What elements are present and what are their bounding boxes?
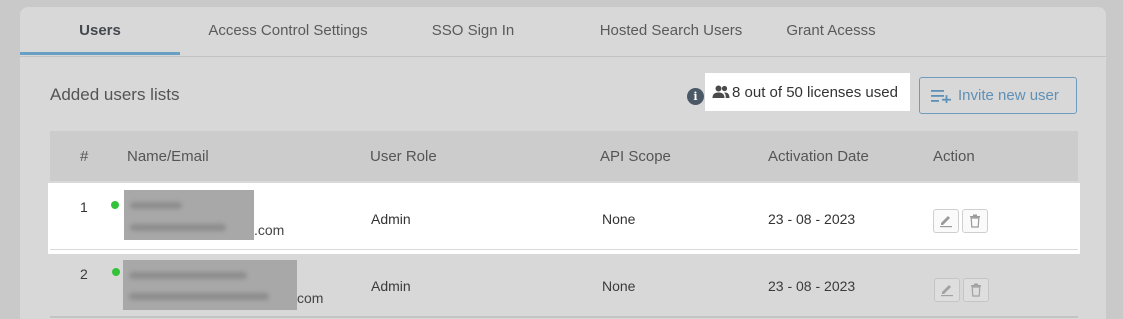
column-header-index: # [80, 148, 89, 165]
row-index: 1 [80, 199, 88, 215]
row-index: 2 [80, 266, 88, 282]
status-dot [111, 201, 119, 209]
api-scope: None [602, 211, 636, 227]
users-icon [712, 85, 730, 98]
tab-users[interactable]: Users [20, 7, 180, 55]
trash-icon [971, 283, 981, 297]
tab-hosted-search-users[interactable]: Hosted Search Users [570, 7, 772, 55]
delete-user-button[interactable] [962, 209, 988, 233]
email-suffix: com [297, 290, 324, 306]
column-header-api-scope: API Scope [600, 148, 671, 165]
pencil-icon [941, 285, 953, 297]
edit-user-button[interactable] [934, 278, 960, 302]
trash-icon [970, 214, 980, 228]
column-header-activation-date: Activation Date [768, 148, 869, 165]
section-title: Added users lists [50, 85, 180, 104]
info-icon[interactable]: i [687, 88, 704, 105]
invite-new-user-button[interactable]: Invite new user [919, 77, 1077, 114]
column-header-action: Action [933, 148, 975, 165]
redacted-name-email [124, 190, 254, 240]
api-scope: None [602, 278, 636, 294]
column-header-user-role: User Role [370, 148, 437, 165]
redacted-name-email [123, 260, 297, 310]
activation-date: 23 - 08 - 2023 [768, 278, 856, 294]
tab-bar: Users Access Control Settings SSO Sign I… [20, 7, 1106, 57]
table-row[interactable]: 2 com Admin None 23 - 08 - 2023 [48, 254, 1080, 319]
tab-access-control-settings[interactable]: Access Control Settings [190, 7, 386, 55]
active-tab-indicator [20, 52, 180, 55]
tab-sso-sign-in[interactable]: SSO Sign In [420, 7, 526, 55]
activation-date: 23 - 08 - 2023 [768, 211, 856, 227]
pencil-icon [940, 216, 952, 228]
invite-button-label: Invite new user [958, 87, 1059, 104]
tab-grant-access[interactable]: Grant Acesss [780, 7, 882, 55]
user-role: Admin [371, 278, 411, 294]
row-divider [50, 249, 1078, 250]
table-bottom-border [50, 316, 1078, 318]
delete-user-button[interactable] [963, 278, 989, 302]
email-suffix: .com [254, 222, 285, 238]
table-row[interactable]: 1 .com Admin None 23 - 08 - 2023 [48, 183, 1080, 254]
license-usage-badge: 8 out of 50 licenses used [705, 73, 910, 111]
licenses-used-text: 8 out of 50 licenses used [732, 83, 898, 101]
column-header-name-email: Name/Email [127, 148, 209, 165]
edit-user-button[interactable] [933, 209, 959, 233]
user-role: Admin [371, 211, 411, 227]
status-dot [112, 268, 120, 276]
table-header: # Name/Email User Role API Scope Activat… [50, 131, 1078, 181]
add-list-icon [931, 89, 951, 103]
